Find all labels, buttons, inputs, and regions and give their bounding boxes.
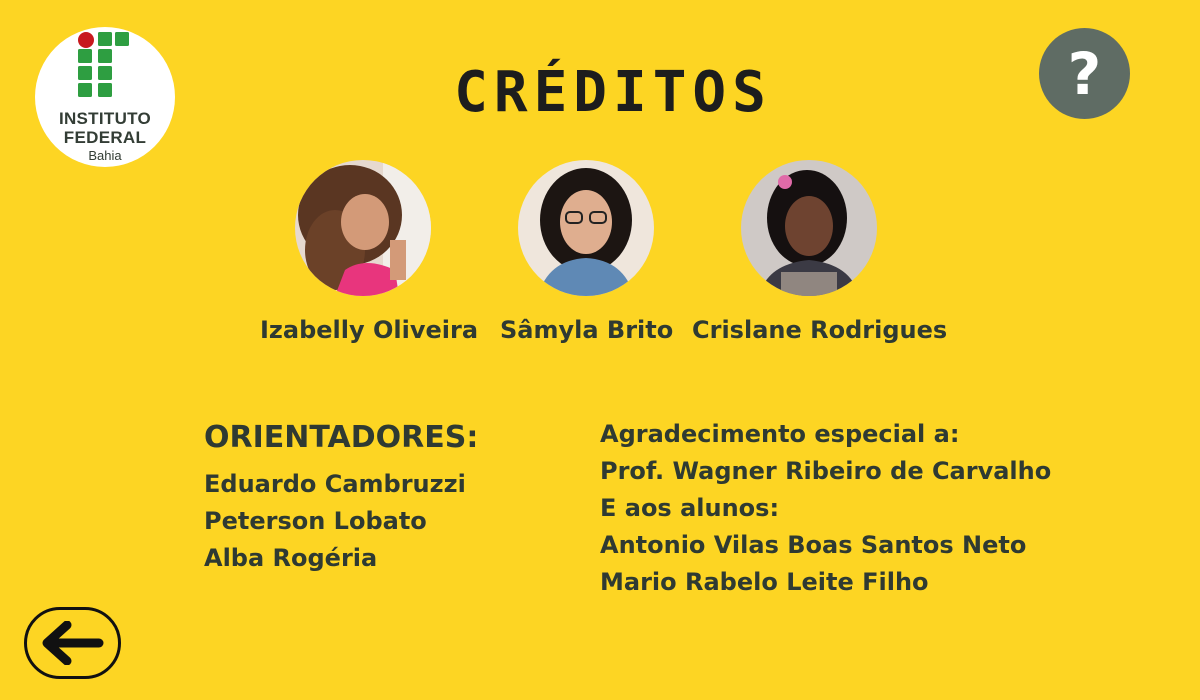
avatar-crislane <box>741 160 877 296</box>
acknowledgements-heading: Agradecimento especial a: <box>600 420 960 448</box>
advisor-name: Eduardo Cambruzzi <box>204 470 466 498</box>
team-member-name: Crislane Rodrigues <box>692 316 948 344</box>
advisors-heading: ORIENTADORES: <box>204 420 479 455</box>
acknowledgements: Agradecimento especial a: Prof. Wagner R… <box>600 416 1051 601</box>
team-member-name: Sâmyla Brito <box>500 316 674 344</box>
advisor-name: Peterson Lobato <box>204 507 427 535</box>
students-heading: E aos alunos: <box>600 494 780 522</box>
page-title: CRÉDITOS <box>454 60 772 125</box>
logo-text-line3: Bahia <box>88 148 122 163</box>
acknowledged-student: Mario Rabelo Leite Filho <box>600 568 929 596</box>
back-button[interactable] <box>24 607 121 679</box>
team-member-name: Izabelly Oliveira <box>260 316 479 344</box>
logo-text-line2: FEDERAL <box>63 128 147 147</box>
advisor-name: Alba Rogéria <box>204 544 378 572</box>
arrow-left-icon <box>42 621 103 665</box>
advisors-list: Eduardo Cambruzzi Peterson Lobato Alba R… <box>204 466 466 577</box>
acknowledged-student: Antonio Vilas Boas Santos Neto <box>600 531 1027 559</box>
acknowledged-teacher: Prof. Wagner Ribeiro de Carvalho <box>600 457 1052 485</box>
avatar-samyla <box>518 160 654 296</box>
avatar-izabelly <box>295 160 431 296</box>
